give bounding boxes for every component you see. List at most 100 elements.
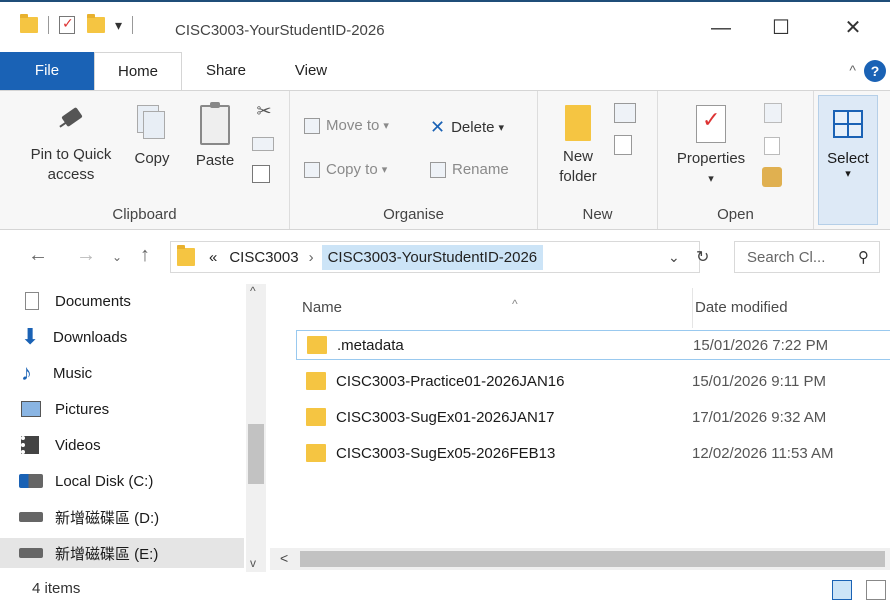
folder-icon [20, 14, 38, 33]
paste-shortcut-icon[interactable] [252, 165, 270, 183]
breadcrumb-cisc3003[interactable]: CISC3003 [229, 249, 298, 266]
delete-button[interactable]: ✕ Delete ▾ [430, 117, 504, 138]
history-icon[interactable] [762, 167, 782, 187]
download-icon: ⬇ [21, 324, 40, 349]
pin-label-line1: Pin to Quick [30, 146, 112, 163]
window-title: CISC3003-YourStudentID-2026 [175, 22, 385, 39]
recent-locations-icon[interactable]: ⌄ [112, 250, 122, 264]
paste-button[interactable]: Paste [190, 102, 240, 171]
copy-to-button[interactable]: Copy to ▾ [304, 161, 387, 178]
folder-icon [177, 245, 195, 266]
file-date: 12/02/2026 11:53 AM [692, 444, 834, 462]
separator [48, 16, 49, 34]
up-arrow-icon[interactable]: ↑ [140, 244, 150, 267]
qat-dropdown-icon[interactable]: ▾ [115, 17, 122, 34]
nav-item-music[interactable]: ♪ Music [21, 358, 92, 388]
table-row[interactable]: CISC3003-SugEx01-2026JAN17 17/01/2026 9:… [296, 402, 890, 432]
item-count: 4 items [32, 580, 81, 597]
nav-item-pictures[interactable]: Pictures [21, 394, 110, 424]
nav-pane-scrollbar[interactable]: ^ v [246, 284, 266, 572]
tab-file[interactable]: File [0, 52, 94, 90]
pictures-icon [21, 401, 41, 417]
collapse-ribbon-icon[interactable]: ^ [849, 62, 856, 78]
rename-button[interactable]: Rename [430, 161, 509, 178]
quick-access-toolbar: ▾ [20, 14, 143, 34]
open-group: Properties ▾ Open [658, 91, 814, 229]
nav-item-documents[interactable]: Documents [25, 286, 131, 316]
nav-item-label: Videos [55, 436, 101, 454]
scrollbar-thumb[interactable] [300, 551, 885, 567]
breadcrumb-current-folder[interactable]: CISC3003-YourStudentID-2026 [321, 244, 544, 270]
back-arrow-icon[interactable]: ← [28, 244, 48, 267]
move-to-button[interactable]: Move to ▾ [304, 117, 389, 134]
properties-button[interactable]: Properties ▾ [668, 105, 754, 189]
pin-to-quick-access-button[interactable]: Pin to Quick access [16, 105, 126, 185]
copy-button[interactable]: Copy [128, 105, 176, 169]
nav-item-downloads[interactable]: ⬇ Downloads [21, 322, 127, 352]
tab-home[interactable]: Home [94, 52, 182, 90]
new-folder-label-line1: New [562, 148, 593, 165]
delete-icon: ✕ [430, 117, 446, 137]
column-header-date-modified[interactable]: Date modified [692, 288, 788, 328]
close-button[interactable]: ✕ [830, 10, 876, 46]
folder-icon [306, 372, 326, 390]
open-group-label: Open [717, 206, 754, 223]
nav-item-label: Local Disk (C:) [55, 472, 154, 490]
details-view-icon[interactable] [832, 580, 852, 600]
cut-icon[interactable]: ✂ [252, 101, 276, 121]
chevron-right-icon[interactable]: › [309, 249, 314, 266]
nav-item-drive-d[interactable]: 新增磁碟區 (D:) [19, 502, 159, 532]
maximize-button[interactable]: ☐ [758, 10, 804, 46]
delete-label: Delete [451, 119, 495, 136]
tab-view[interactable]: View [272, 52, 350, 90]
edit-icon[interactable] [764, 137, 780, 155]
address-history-chevron-icon[interactable]: ⌄ [668, 249, 680, 266]
clipboard-group-label: Clipboard [112, 206, 177, 223]
address-bar[interactable]: « CISC3003 › CISC3003-YourStudentID-2026 [170, 241, 700, 273]
documents-icon [25, 292, 39, 310]
file-list-horizontal-scrollbar[interactable]: < [270, 548, 890, 570]
nav-item-label: Documents [55, 292, 131, 310]
scroll-down-icon[interactable]: v [250, 556, 256, 570]
search-input[interactable]: Search Cl... ⚲ [734, 241, 880, 273]
clipboard-group: Pin to Quick access Copy Paste ✂ Clipboa… [0, 91, 290, 229]
move-to-icon [304, 117, 320, 134]
table-row[interactable]: CISC3003-SugEx05-2026FEB13 12/02/2026 11… [296, 438, 890, 468]
new-folder-icon[interactable] [87, 14, 105, 33]
copy-path-icon[interactable] [252, 137, 274, 151]
table-row[interactable]: .metadata 15/01/2026 7:22 PM [296, 330, 890, 360]
search-placeholder: Search Cl... [747, 248, 826, 266]
nav-item-drive-e[interactable]: 新增磁碟區 (E:) [0, 538, 244, 568]
pin-label-line2: access [47, 166, 95, 183]
large-icons-view-icon[interactable] [866, 580, 886, 600]
file-explorer-window: ▾ CISC3003-YourStudentID-2026 — ☐ ✕ File… [0, 0, 890, 607]
tab-share[interactable]: Share [186, 52, 266, 90]
scroll-left-icon[interactable]: < [280, 550, 288, 566]
properties-icon[interactable] [59, 15, 75, 34]
column-header-name[interactable]: ^ Name [302, 288, 518, 328]
copy-icon [137, 105, 167, 143]
file-name: CISC3003-SugEx01-2026JAN17 [336, 408, 555, 426]
nav-item-local-disk-c[interactable]: Local Disk (C:) [19, 466, 154, 496]
scroll-up-icon[interactable]: ^ [250, 284, 256, 298]
new-folder-button[interactable]: New folder [552, 105, 604, 187]
minimize-button[interactable]: — [698, 10, 744, 46]
help-icon[interactable]: ? [864, 60, 886, 82]
easy-access-icon[interactable] [614, 135, 632, 155]
select-icon [833, 110, 863, 138]
open-icon[interactable] [764, 103, 782, 123]
organise-group-label: Organise [383, 206, 444, 223]
scrollbar-thumb[interactable] [248, 424, 264, 484]
refresh-icon[interactable]: ↻ [696, 247, 709, 267]
new-item-icon[interactable] [614, 103, 636, 123]
forward-arrow-icon[interactable]: → [76, 244, 96, 267]
drive-icon [19, 512, 43, 522]
nav-item-videos[interactable]: Videos [21, 430, 101, 460]
breadcrumb-overflow[interactable]: « [209, 249, 217, 266]
ribbon-tabs: File Home Share View ^ ? [0, 52, 890, 90]
select-label: Select [827, 150, 869, 167]
table-row[interactable]: CISC3003-Practice01-2026JAN16 15/01/2026… [296, 366, 890, 396]
nav-item-label: Pictures [55, 400, 110, 418]
select-button[interactable]: Select ▾ [818, 95, 878, 225]
separator [132, 16, 134, 34]
